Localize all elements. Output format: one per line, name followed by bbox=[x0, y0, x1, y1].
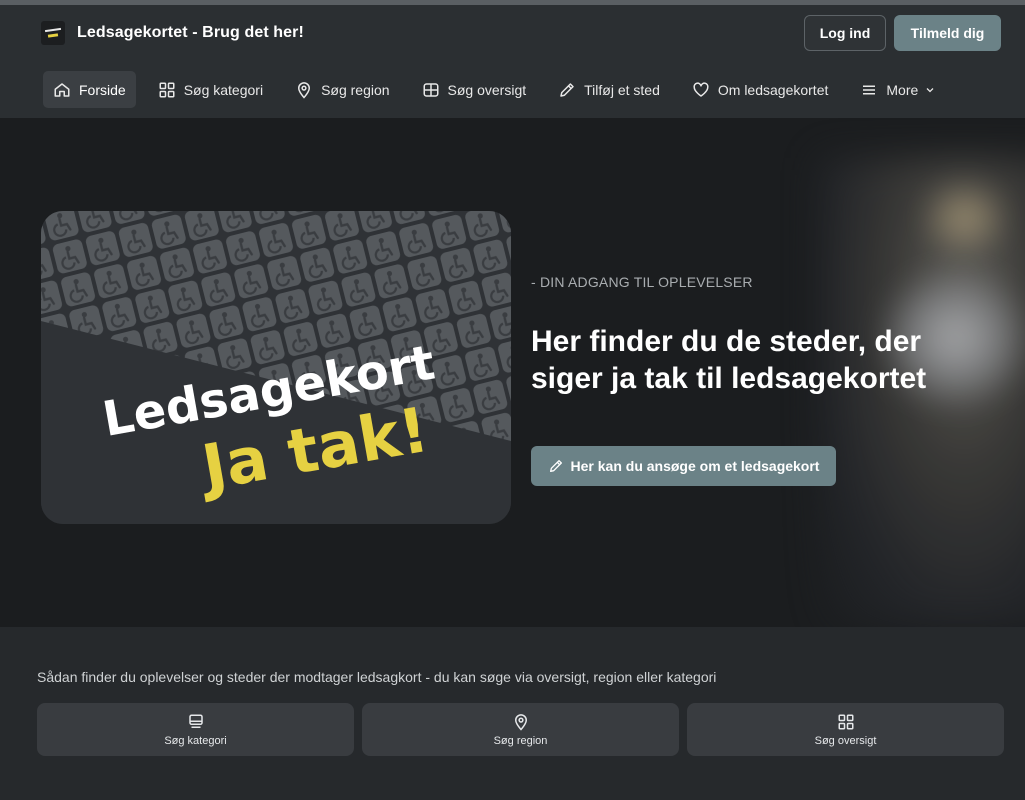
map-pin-icon bbox=[512, 713, 530, 731]
hero-image-ledsagekort: Ledsagekort Ja tak! bbox=[41, 211, 511, 524]
nav-item-om-ledsagekortet[interactable]: Om ledsagekortet bbox=[682, 71, 839, 108]
card-label: Søg kategori bbox=[164, 734, 227, 747]
pencil-icon bbox=[558, 81, 576, 99]
card-label: Søg oversigt bbox=[814, 734, 877, 747]
card-soeg-region[interactable]: Søg region bbox=[362, 703, 679, 756]
apply-button-label: Her kan du ansøge om et ledsagekort bbox=[570, 458, 820, 474]
card-soeg-oversigt[interactable]: Søg oversigt bbox=[687, 703, 1004, 756]
nav-label: Søg region bbox=[321, 81, 390, 98]
signup-button[interactable]: Tilmeld dig bbox=[894, 15, 1001, 51]
nav-label: Om ledsagekortet bbox=[717, 81, 829, 98]
map-pin-icon bbox=[295, 81, 313, 99]
nav-item-tilfoej-et-sted[interactable]: Tilføj et sted bbox=[548, 71, 670, 108]
main-nav: Forside Søg kategori Søg region Søg over… bbox=[43, 71, 958, 108]
nav-item-more[interactable]: More bbox=[850, 71, 946, 108]
search-options-section: Sådan finder du oplevelser og steder der… bbox=[0, 627, 1025, 800]
nav-label: Søg oversigt bbox=[447, 81, 527, 98]
pencil-icon bbox=[549, 460, 562, 472]
hero-background-highlight bbox=[920, 178, 1010, 258]
site-header: Ledsagekortet - Brug det her! Log ind Ti… bbox=[0, 5, 1025, 118]
menu-icon bbox=[860, 81, 878, 99]
site-logo bbox=[41, 21, 65, 45]
site-title[interactable]: Ledsagekortet - Brug det her! bbox=[77, 24, 304, 42]
chevron-down-icon bbox=[926, 87, 934, 92]
hero-eyebrow: - DIN ADGANG TIL OPLEVELSER bbox=[531, 274, 753, 290]
card-label: Søg region bbox=[493, 734, 548, 747]
search-intro-text: Sådan finder du oplevelser og steder der… bbox=[37, 669, 717, 685]
grid-icon bbox=[837, 713, 855, 731]
search-cards: Søg kategori Søg region Søg oversigt bbox=[37, 703, 1004, 756]
home-icon bbox=[53, 81, 71, 99]
nav-item-soeg-oversigt[interactable]: Søg oversigt bbox=[412, 71, 537, 108]
hero-title: Her finder du de steder, der siger ja ta… bbox=[531, 325, 927, 395]
nav-item-forside[interactable]: Forside bbox=[43, 71, 136, 108]
login-button[interactable]: Log ind bbox=[804, 15, 886, 51]
monitor-icon bbox=[187, 713, 205, 731]
card-soeg-kategori[interactable]: Søg kategori bbox=[37, 703, 354, 756]
nav-label: Søg kategori bbox=[183, 81, 264, 98]
heart-icon bbox=[692, 81, 710, 99]
nav-label: Tilføj et sted bbox=[584, 81, 660, 98]
hero-section: Ledsagekort Ja tak! - DIN ADGANG TIL OPL… bbox=[0, 118, 1025, 627]
nav-item-soeg-region[interactable]: Søg region bbox=[285, 71, 399, 108]
grid-icon bbox=[158, 81, 176, 99]
nav-label: More bbox=[886, 81, 919, 98]
nav-label: Forside bbox=[79, 81, 126, 98]
apply-ledsagekort-button[interactable]: Her kan du ansøge om et ledsagekort bbox=[531, 446, 836, 486]
nav-item-soeg-kategori[interactable]: Søg kategori bbox=[148, 71, 273, 108]
layout-icon bbox=[422, 81, 440, 99]
brand[interactable]: Ledsagekortet - Brug det her! bbox=[41, 21, 304, 45]
